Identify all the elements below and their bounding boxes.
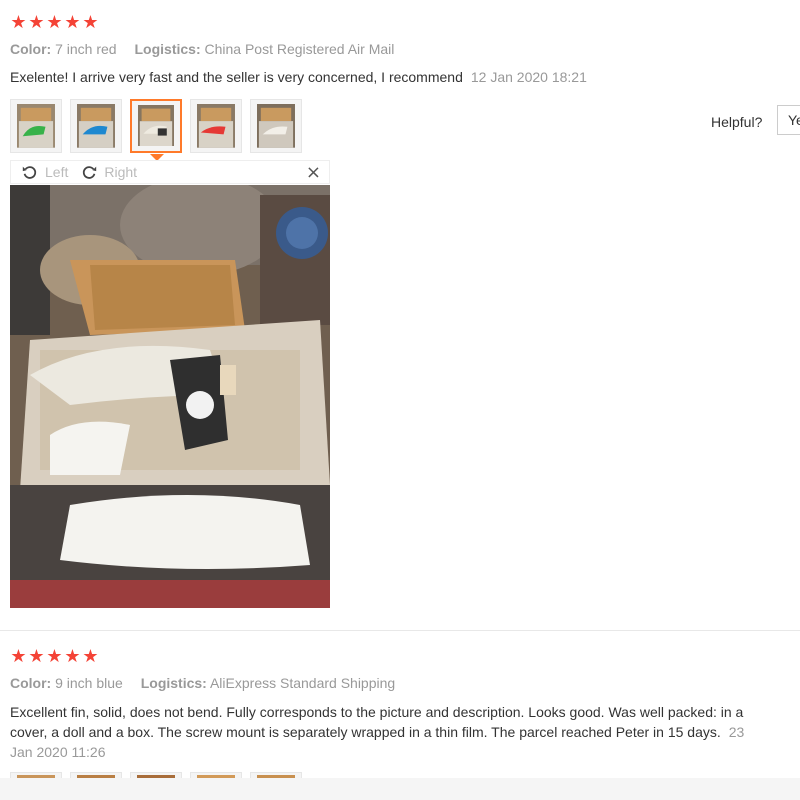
rotate-right-icon — [83, 166, 97, 179]
logistics-label: Logistics: — [140, 675, 207, 691]
color-label: Color: — [10, 41, 52, 57]
review-meta: Color: 9 inch blue Logistics: AliExpress… — [10, 675, 409, 691]
helpful-yes-button[interactable]: Ye — [777, 105, 800, 135]
star-icon: ★ — [10, 646, 27, 667]
review-photo-thumbnail[interactable] — [10, 99, 62, 153]
color-value: 7 inch red — [55, 41, 117, 57]
logistics-value: China Post Registered Air Mail — [204, 41, 395, 57]
comment-line: Excellent fin, solid, does not bend. Ful… — [10, 704, 744, 720]
photo-viewer-toolbar: Left Right × — [10, 160, 330, 184]
rotate-left-button[interactable]: Left — [21, 163, 68, 181]
photo-thumbnails — [10, 99, 302, 153]
review-meta: Color: 7 inch red Logistics: China Post … — [10, 41, 408, 57]
rotate-left-icon — [22, 166, 37, 179]
rotate-right-button[interactable]: Right — [80, 163, 137, 181]
bottom-scroll-area — [0, 778, 800, 800]
review-comment: Excellent fin, solid, does not bend. Ful… — [10, 702, 800, 762]
review-comment: Exelente! I arrive very fast and the sel… — [10, 67, 587, 87]
close-viewer-button[interactable]: × — [306, 162, 321, 183]
comment-text: Exelente! I arrive very fast and the sel… — [10, 69, 463, 85]
review-photo-large — [10, 185, 330, 608]
review-photo-thumbnail[interactable] — [190, 99, 242, 153]
star-icon: ★ — [64, 646, 81, 667]
star-icon: ★ — [10, 12, 27, 33]
star-icon: ★ — [46, 646, 63, 667]
star-icon: ★ — [82, 12, 99, 33]
star-icon: ★ — [64, 12, 81, 33]
star-icon: ★ — [28, 646, 45, 667]
review-divider — [0, 630, 800, 631]
helpful-label: Helpful? — [711, 114, 763, 130]
review-photo-thumbnail[interactable] — [250, 99, 302, 153]
review-date: 12 Jan 2020 18:21 — [470, 69, 587, 85]
color-value: 9 inch blue — [55, 675, 123, 691]
rotate-right-label: Right — [104, 164, 138, 180]
review-photo-thumbnail[interactable] — [70, 99, 122, 153]
star-icon: ★ — [46, 12, 63, 33]
rotate-left-label: Left — [45, 164, 69, 180]
review-date-part: 23 — [728, 724, 745, 740]
star-icon: ★ — [82, 646, 99, 667]
rating-stars: ★ ★ ★ ★ ★ — [10, 648, 99, 666]
logistics-value: AliExpress Standard Shipping — [209, 675, 396, 691]
review-photo-thumbnail-active[interactable] — [130, 99, 182, 153]
star-icon: ★ — [28, 12, 45, 33]
review-date-part: Jan 2020 11:26 — [10, 744, 106, 760]
rating-stars: ★ ★ ★ ★ ★ — [10, 14, 99, 32]
logistics-label: Logistics: — [134, 41, 201, 57]
comment-line: cover, a doll and a box. The screw mount… — [10, 724, 721, 740]
color-label: Color: — [10, 675, 52, 691]
